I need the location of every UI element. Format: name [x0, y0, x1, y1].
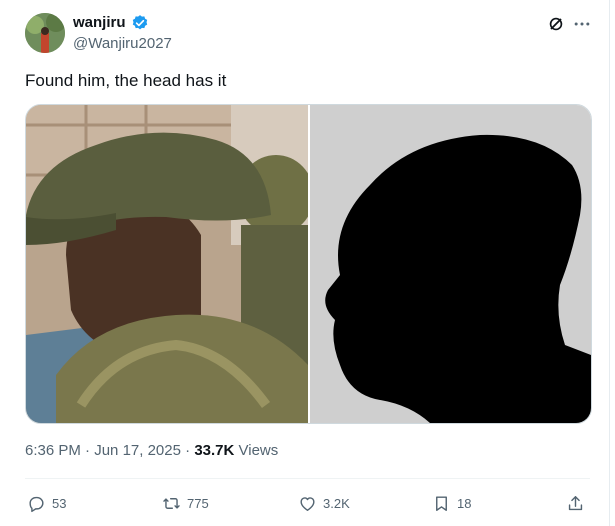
share-icon	[568, 495, 583, 510]
heart-icon	[300, 496, 315, 511]
tweet: wanjiru @Wanjiru2027 Found him, the head…	[0, 0, 610, 526]
tweet-time[interactable]: 6:36 PM	[25, 442, 81, 459]
bookmark-button[interactable]: 18	[432, 488, 471, 518]
repost-button[interactable]: 775	[162, 488, 209, 518]
repost-icon	[163, 497, 180, 509]
author-display-name[interactable]: wanjiru	[73, 14, 126, 32]
author-handle[interactable]: @Wanjiru2027	[73, 35, 172, 53]
photo-silhouette[interactable]	[310, 105, 591, 423]
views-label: Views	[238, 442, 279, 459]
repost-count: 775	[187, 495, 209, 511]
avatar[interactable]	[25, 13, 65, 53]
silhouette-image	[310, 105, 591, 423]
like-button[interactable]: 3.2K	[298, 488, 350, 518]
like-count: 3.2K	[323, 495, 350, 511]
divider	[25, 478, 590, 479]
action-bar: 53 775 3.2K 18	[25, 488, 590, 518]
share-button[interactable]	[566, 488, 585, 518]
grok-icon[interactable]	[546, 14, 566, 34]
avatar-image	[25, 13, 65, 53]
views-count: 33.7K	[194, 442, 235, 459]
reply-icon	[29, 496, 44, 512]
bookmark-icon	[436, 495, 447, 511]
tweet-date[interactable]: Jun 17, 2025	[94, 442, 181, 459]
soldier-photo-image	[26, 105, 314, 423]
tweet-text: Found him, the head has it	[25, 71, 227, 90]
bookmark-count: 18	[457, 495, 472, 511]
reply-count: 53	[52, 495, 67, 511]
tweet-media[interactable]	[25, 104, 592, 424]
verified-badge-icon	[132, 15, 148, 30]
tweet-meta: 6:36 PM · Jun 17, 2025 · 33.7K Views	[25, 442, 279, 459]
reply-button[interactable]: 53	[27, 488, 66, 518]
photo-soldier[interactable]	[26, 105, 314, 423]
more-icon[interactable]	[572, 14, 592, 34]
